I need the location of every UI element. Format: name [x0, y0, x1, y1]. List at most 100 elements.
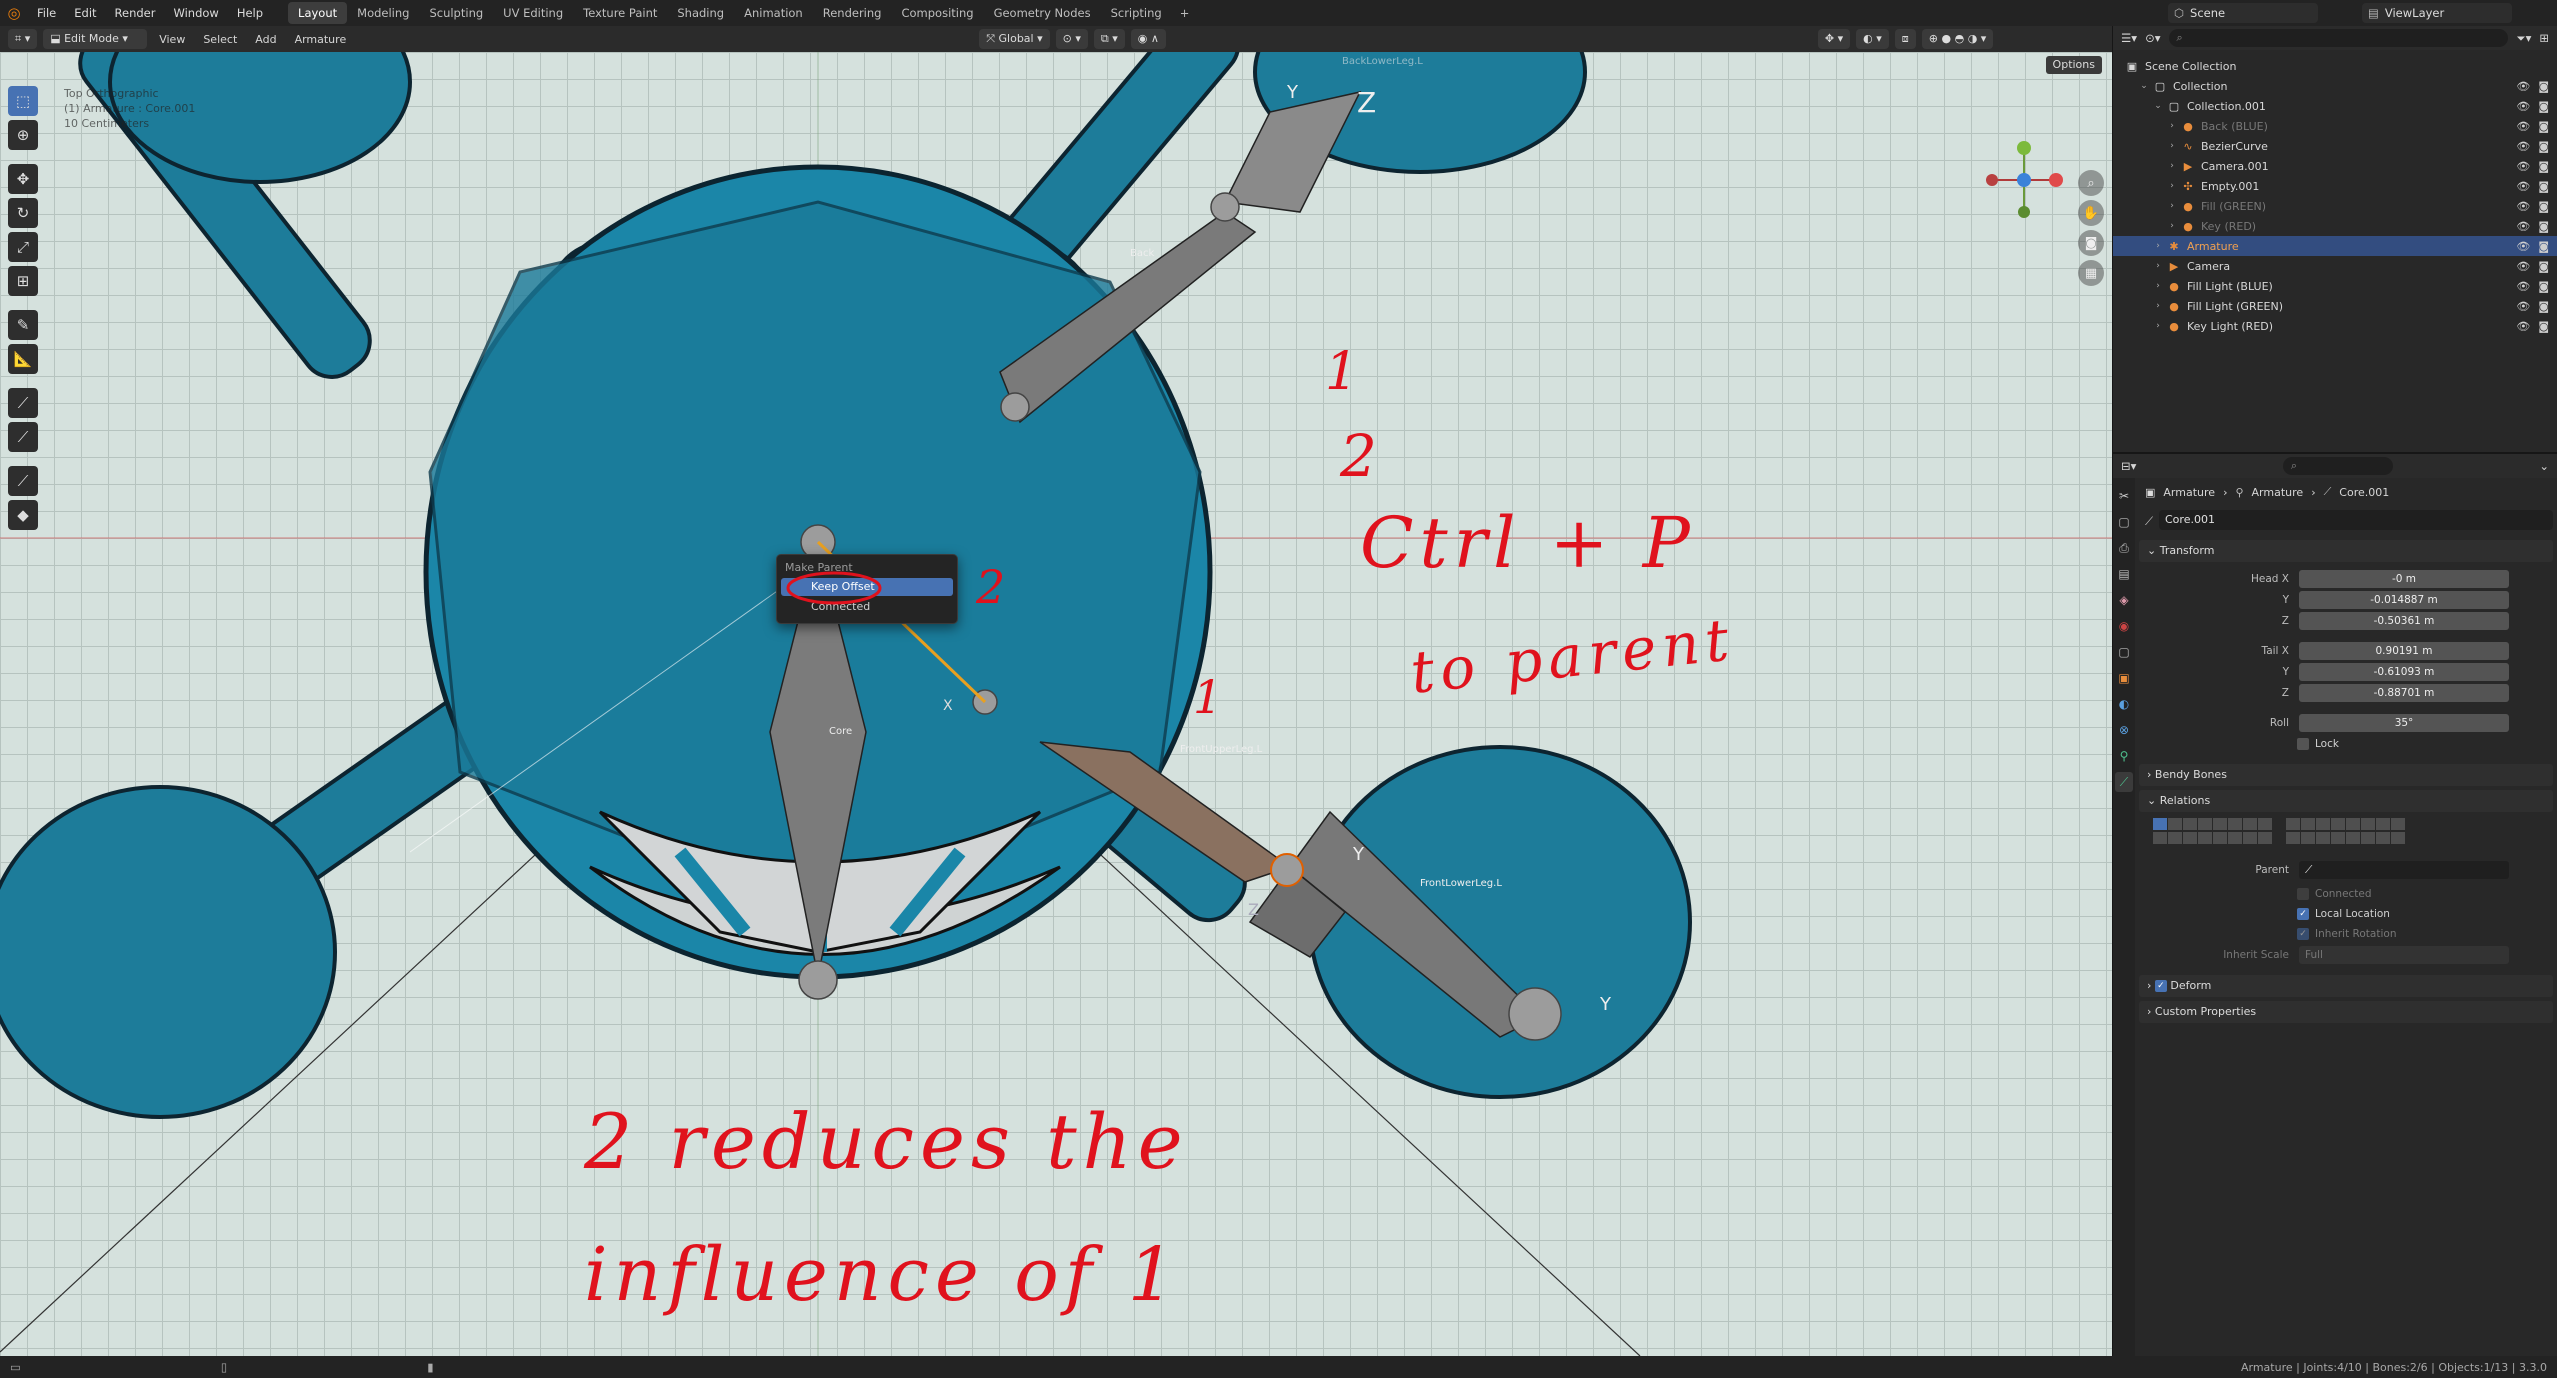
camera-view-icon[interactable]: ◙ [2078, 230, 2104, 256]
bone-layers-left[interactable] [2153, 818, 2272, 844]
transform-tool-icon[interactable]: ⊞ [8, 266, 38, 296]
render-tab-icon[interactable]: ▢ [2115, 512, 2133, 532]
outliner-item[interactable]: › ✣ Empty.001 👁 ◙ [2113, 176, 2557, 196]
view-layer-selector[interactable]: ▤ ViewLayer [2362, 3, 2512, 23]
expand-arrow-icon[interactable]: › [2151, 241, 2165, 251]
camera-render-icon[interactable]: ◙ [2538, 120, 2549, 133]
camera-render-icon[interactable]: ◙ [2538, 280, 2549, 293]
hide-eye-icon[interactable]: 👁 [2516, 160, 2530, 173]
hide-eye-icon[interactable]: 👁 [2516, 220, 2530, 233]
visibility-toggles[interactable]: 👁 ◙ [2516, 180, 2549, 193]
envelope-tool-icon[interactable]: ◆ [8, 500, 38, 530]
constraint-tab-icon[interactable]: ⊗ [2115, 720, 2133, 740]
visibility-toggles[interactable]: 👁 ◙ [2516, 300, 2549, 313]
measure-tool-icon[interactable]: 📐 [8, 344, 38, 374]
bone-tab-icon[interactable]: ⟋ [2115, 772, 2133, 792]
outliner-item[interactable]: › ● Fill Light (GREEN) 👁 ◙ [2113, 296, 2557, 316]
ortho-toggle-icon[interactable]: ▦ [2078, 260, 2104, 286]
blender-logo-icon[interactable]: ◎ [0, 0, 28, 26]
xray-button[interactable]: ⧈ [1894, 29, 1916, 49]
visibility-toggles[interactable]: 👁 ◙ [2516, 160, 2549, 173]
tab-animation[interactable]: Animation [734, 2, 813, 24]
expand-arrow-icon[interactable]: ⌄ [2137, 81, 2151, 91]
hide-eye-icon[interactable]: 👁 [2516, 80, 2530, 93]
menu-help[interactable]: Help [228, 2, 272, 24]
new-collection-icon[interactable]: ⊞ [2539, 31, 2549, 45]
tab-shading[interactable]: Shading [667, 2, 734, 24]
object-tab-icon[interactable]: ▣ [2115, 668, 2133, 688]
tab-texture-paint[interactable]: Texture Paint [573, 2, 667, 24]
properties-editor-icon[interactable]: ⊟▾ [2121, 459, 2136, 473]
hide-eye-icon[interactable]: 👁 [2516, 240, 2530, 253]
transform-orientation[interactable]: ⤧ Global ▾ [979, 29, 1050, 49]
tab-modeling[interactable]: Modeling [347, 2, 419, 24]
camera-render-icon[interactable]: ◙ [2538, 260, 2549, 273]
hide-eye-icon[interactable]: 👁 [2516, 280, 2530, 293]
camera-render-icon[interactable]: ◙ [2538, 320, 2549, 333]
tail-z-field[interactable]: -0.88701 m [2299, 684, 2509, 702]
camera-render-icon[interactable]: ◙ [2538, 140, 2549, 153]
expand-arrow-icon[interactable]: › [2165, 201, 2179, 211]
tab-geometry-nodes[interactable]: Geometry Nodes [984, 2, 1101, 24]
view-layer-tab-icon[interactable]: ▤ [2115, 564, 2133, 584]
scene-tab-icon[interactable]: ◈ [2115, 590, 2133, 610]
menu-add[interactable]: Add [249, 33, 282, 46]
visibility-toggles[interactable]: 👁 ◙ [2516, 100, 2549, 113]
annotate-tool-icon[interactable]: ✎ [8, 310, 38, 340]
head-z-field[interactable]: -0.50361 m [2299, 612, 2509, 630]
collapse-icon[interactable]: ⌄ [2539, 459, 2549, 473]
options-button[interactable]: Options [2045, 56, 2102, 74]
outliner-editor-icon[interactable]: ☰▾ [2121, 31, 2137, 45]
hide-eye-icon[interactable]: 👁 [2516, 120, 2530, 133]
expand-arrow-icon[interactable]: ⌄ [2151, 101, 2165, 111]
outliner-item[interactable]: › ● Key (RED) 👁 ◙ [2113, 216, 2557, 236]
expand-arrow-icon[interactable]: › [2165, 141, 2179, 151]
tab-layout[interactable]: Layout [288, 2, 348, 24]
outliner-item[interactable]: › ▶ Camera.001 👁 ◙ [2113, 156, 2557, 176]
hide-eye-icon[interactable]: 👁 [2516, 320, 2530, 333]
visibility-toggles[interactable]: 👁 ◙ [2516, 80, 2549, 93]
modifier-tab-icon[interactable]: ◐ [2115, 694, 2133, 714]
camera-render-icon[interactable]: ◙ [2538, 180, 2549, 193]
filter-icon[interactable]: ⏷▾ [2516, 31, 2531, 46]
3d-viewport[interactable]: BackLowerLeg.L Back Core FrontUpperLeg.L… [0, 52, 2112, 1356]
snap-button[interactable]: ⧉ ▾ [1093, 29, 1125, 49]
tool-tab-icon[interactable]: ✂ [2115, 486, 2133, 506]
outliner-root[interactable]: ▣ Scene Collection [2113, 56, 2557, 76]
visibility-toggles[interactable]: 👁 ◙ [2516, 140, 2549, 153]
bone-name-field[interactable]: Core.001 [2159, 510, 2553, 530]
bone-layers-right[interactable] [2286, 818, 2405, 844]
visibility-toggles[interactable]: 👁 ◙ [2516, 320, 2549, 333]
hide-eye-icon[interactable]: 👁 [2516, 260, 2530, 273]
parent-field[interactable]: ⟋ [2299, 861, 2509, 879]
head-y-field[interactable]: -0.014887 m [2299, 591, 2509, 609]
display-mode-icon[interactable]: ⊙▾ [2145, 31, 2160, 45]
menu-edit[interactable]: Edit [65, 2, 105, 24]
camera-render-icon[interactable]: ◙ [2538, 220, 2549, 233]
viewport-gizmo-button[interactable]: ✥ ▾ [1817, 29, 1851, 49]
outliner-item[interactable]: › ∿ BezierCurve 👁 ◙ [2113, 136, 2557, 156]
outliner-item[interactable]: › ● Back (BLUE) 👁 ◙ [2113, 116, 2557, 136]
expand-arrow-icon[interactable]: › [2151, 261, 2165, 271]
menu-select[interactable]: Select [197, 33, 243, 46]
move-tool-icon[interactable]: ✥ [8, 164, 38, 194]
tab-compositing[interactable]: Compositing [891, 2, 983, 24]
tab-uv-editing[interactable]: UV Editing [493, 2, 573, 24]
outliner-item[interactable]: › ● Fill Light (BLUE) 👁 ◙ [2113, 276, 2557, 296]
menu-file[interactable]: File [28, 2, 65, 24]
tab-sculpting[interactable]: Sculpting [419, 2, 493, 24]
navigation-gizmo[interactable] [1984, 140, 2064, 220]
world-tab-icon[interactable]: ◉ [2115, 616, 2133, 636]
tail-x-field[interactable]: 0.90191 m [2299, 642, 2509, 660]
proportional-edit-button[interactable]: ◉ ∧ [1130, 29, 1166, 49]
shading-mode-buttons[interactable]: ⊕ ● ◓ ◑ ▾ [1921, 29, 1994, 49]
pan-hand-icon[interactable]: ✋ [2078, 200, 2104, 226]
hide-eye-icon[interactable]: 👁 [2516, 180, 2530, 193]
camera-render-icon[interactable]: ◙ [2538, 200, 2549, 213]
visibility-toggles[interactable]: 👁 ◙ [2516, 200, 2549, 213]
editor-type-button[interactable]: ⌗ ▾ [8, 29, 38, 49]
menu-render[interactable]: Render [106, 2, 165, 24]
custom-properties-section[interactable]: › Custom Properties [2139, 1001, 2553, 1023]
hide-eye-icon[interactable]: 👁 [2516, 140, 2530, 153]
cursor-tool-icon[interactable]: ⊕ [8, 120, 38, 150]
